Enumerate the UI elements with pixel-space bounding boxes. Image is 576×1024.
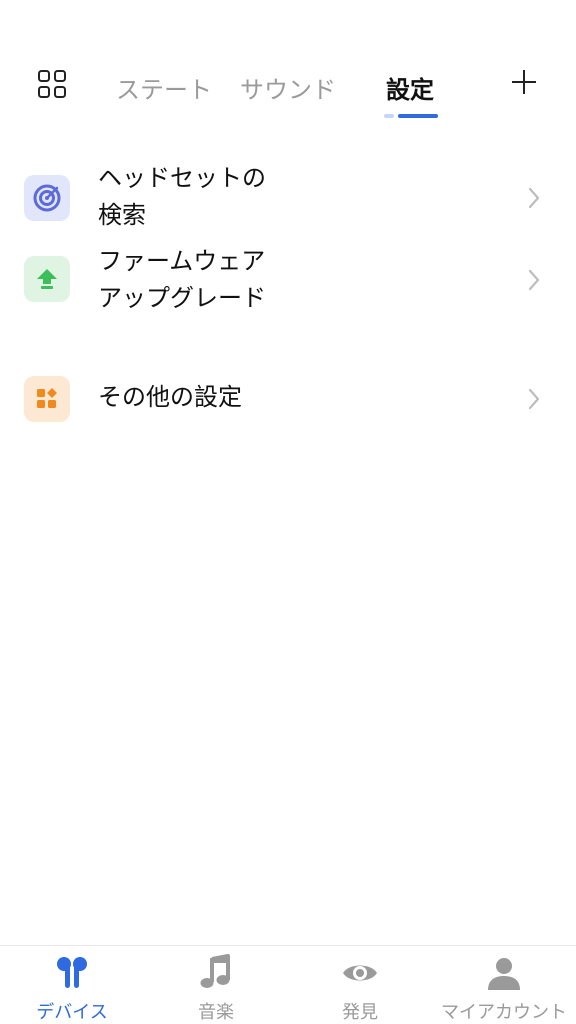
nav-item-my-account[interactable]: マイアカウント [432, 954, 576, 1023]
nav-label: マイアカウント [441, 1002, 567, 1023]
settings-item-label: ヘッドセットの 検索 [98, 160, 478, 234]
earbuds-icon [57, 957, 87, 988]
label-line-1: ヘッドセットの [98, 164, 266, 192]
chevron-right-icon [528, 388, 540, 410]
person-icon [488, 958, 520, 990]
active-tab-indicator [384, 114, 438, 118]
tab-state[interactable]: ステート [116, 70, 212, 105]
settings-item-label: ファームウェア アップグレード [98, 243, 478, 317]
radar-target-icon [24, 175, 70, 221]
nav-label: 発見 [342, 1002, 378, 1023]
add-device-plus-icon[interactable] [512, 70, 536, 94]
more-settings-grid-icon [24, 376, 70, 422]
nav-label: デバイス [36, 1002, 108, 1023]
nav-item-discover[interactable]: 発見 [288, 954, 432, 1023]
nav-label: 音楽 [198, 1002, 234, 1023]
device-grid-icon[interactable] [36, 68, 68, 100]
music-note-icon [200, 954, 230, 988]
settings-item-other-settings[interactable]: その他の設定 [0, 370, 576, 432]
bottom-navigation: デバイス 音楽 発見 マイアカウント [0, 945, 576, 1024]
settings-item-label: その他の設定 [98, 383, 242, 411]
chevron-right-icon [528, 269, 540, 291]
top-tab-bar: ステート サウンド 設定 [0, 56, 576, 126]
nav-item-devices[interactable]: デバイス [0, 954, 144, 1023]
chevron-right-icon [528, 187, 540, 209]
settings-list: ヘッドセットの 検索 ファームウェア アップグレード その他の設定 [0, 156, 576, 432]
tab-sound[interactable]: サウンド [240, 70, 336, 105]
indicator-bar [398, 114, 438, 118]
eye-icon [343, 965, 377, 981]
settings-item-find-headset[interactable]: ヘッドセットの 検索 [0, 156, 576, 242]
upload-arrow-icon [24, 256, 70, 302]
tab-settings[interactable]: 設定 [386, 70, 434, 105]
label-line-2: アップグレード [98, 284, 266, 312]
label-line-2: 検索 [98, 201, 146, 229]
label-line-1: ファームウェア [98, 247, 266, 275]
screen: ステート サウンド 設定 ヘッドセットの 検索 ファームウェア アップグレード … [0, 0, 576, 1024]
settings-item-firmware-upgrade[interactable]: ファームウェア アップグレード [0, 246, 576, 342]
nav-item-music[interactable]: 音楽 [144, 954, 288, 1023]
indicator-dot [384, 114, 394, 118]
